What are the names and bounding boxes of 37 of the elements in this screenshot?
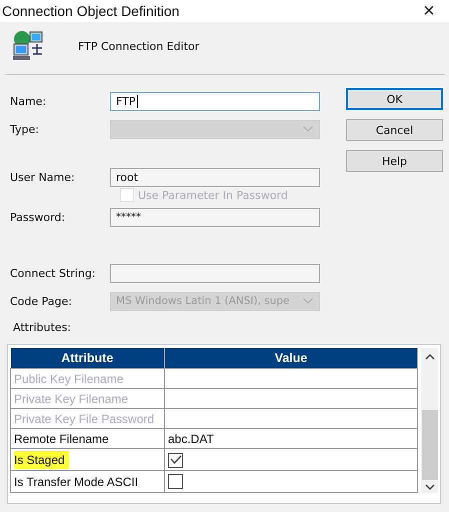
field-label: Password: <box>10 210 66 224</box>
dialog-button[interactable]: Help <box>346 150 443 172</box>
input-field[interactable] <box>110 264 320 282</box>
checkbox-label: Use Parameter In Password <box>138 188 288 202</box>
attribute-name: Private Key File Password <box>14 412 154 426</box>
input-field[interactable]: FTP <box>110 92 320 110</box>
value-cell[interactable] <box>164 388 418 408</box>
attribute-name: Private Key Filename <box>14 392 128 406</box>
dialog-button[interactable]: OK <box>346 88 443 110</box>
value-cell[interactable]: abc.DAT <box>164 428 418 448</box>
field-label: User Name: <box>10 170 76 184</box>
attribute-name: Public Key Filename <box>14 372 124 386</box>
input-field[interactable]: root <box>110 168 320 186</box>
scroll-down-icon[interactable] <box>424 484 435 490</box>
dialog-button[interactable]: Cancel <box>346 119 443 141</box>
column-header: Attribute <box>10 348 164 368</box>
checkbox[interactable] <box>168 474 183 488</box>
column-header: Value <box>164 348 418 368</box>
field-label: Connect String: <box>10 266 97 280</box>
value-cell[interactable] <box>164 368 418 388</box>
section-label: Attributes: <box>13 321 72 334</box>
attribute-name: Is Staged <box>14 450 69 468</box>
scrollbar[interactable] <box>421 348 438 493</box>
field-label: Type: <box>10 122 40 136</box>
chevron-down-icon <box>303 126 313 132</box>
window-title: Connection Object Definition <box>2 3 180 19</box>
value-cell[interactable] <box>164 408 418 428</box>
checkbox[interactable] <box>168 452 183 468</box>
attribute-name: Remote Filename <box>14 432 109 446</box>
chevron-down-icon <box>303 298 313 304</box>
password-field[interactable]: ***** <box>110 208 320 226</box>
close-button[interactable]: × <box>409 0 449 22</box>
field-label: Code Page: <box>10 294 73 308</box>
editor-title: FTP Connection Editor <box>78 40 200 52</box>
field-label: Name: <box>10 94 48 108</box>
attribute-name: Is Transfer Mode ASCII <box>14 474 138 488</box>
scroll-up-icon[interactable] <box>424 354 435 360</box>
